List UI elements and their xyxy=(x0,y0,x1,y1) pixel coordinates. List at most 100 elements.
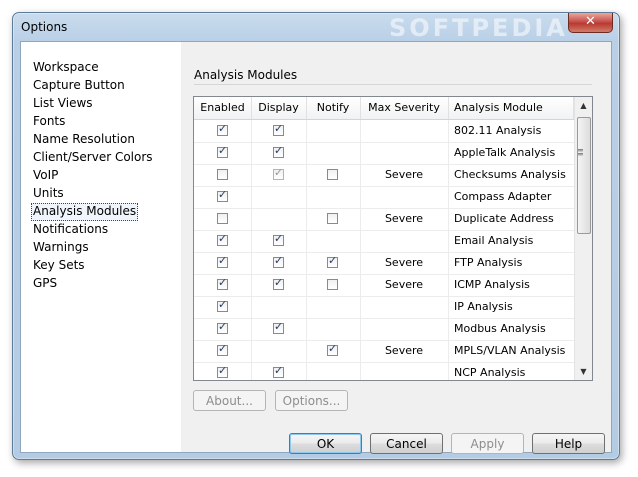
analysis-module-name: Duplicate Address xyxy=(454,212,554,225)
nav-item-fonts[interactable]: Fonts xyxy=(32,113,66,129)
scroll-down-icon[interactable]: ▼ xyxy=(575,363,592,380)
nav-item-name-resolution[interactable]: Name Resolution xyxy=(32,131,136,147)
close-icon: ✕ xyxy=(585,14,596,29)
nav-item-client-server-colors[interactable]: Client/Server Colors xyxy=(32,149,154,165)
max-severity-value[interactable] xyxy=(360,318,448,340)
notify-checkbox[interactable] xyxy=(327,342,338,356)
enabled-checkbox[interactable] xyxy=(217,169,228,180)
table-header: Enabled Display Notify Max Severity Analysis… xyxy=(194,97,574,120)
nav-item-voip[interactable]: VoIP xyxy=(32,167,59,183)
enabled-checkbox[interactable] xyxy=(217,320,228,334)
table-row[interactable]: IP Analysis xyxy=(194,296,574,319)
analysis-module-name: MPLS/VLAN Analysis xyxy=(454,344,566,357)
enabled-checkbox[interactable] xyxy=(217,298,228,312)
table-row[interactable]: Severe Duplicate Address xyxy=(194,208,574,231)
table-row[interactable]: Compass Adapter xyxy=(194,186,574,209)
display-checkbox[interactable] xyxy=(273,320,284,334)
options-button[interactable]: Options... xyxy=(275,390,348,411)
table-row[interactable]: Email Analysis xyxy=(194,230,574,253)
analysis-module-name: NCP Analysis xyxy=(454,366,526,379)
enabled-checkbox[interactable] xyxy=(217,254,228,268)
column-header-display[interactable]: Display xyxy=(251,97,307,119)
nav-item-notifications[interactable]: Notifications xyxy=(32,221,109,237)
display-checkbox[interactable] xyxy=(273,364,284,378)
title-bar[interactable]: Options SOFTPEDIA ✕ xyxy=(13,13,619,42)
table-cell xyxy=(251,208,307,230)
notify-checkbox[interactable] xyxy=(327,213,338,224)
nav-item-list-views[interactable]: List Views xyxy=(32,95,94,111)
nav-item-analysis-modules[interactable]: Analysis Modules xyxy=(31,203,139,221)
display-checkbox[interactable] xyxy=(273,232,284,246)
nav-item-units[interactable]: Units xyxy=(32,185,65,201)
column-header-notify[interactable]: Notify xyxy=(306,97,361,119)
table-row[interactable]: NCP Analysis xyxy=(194,362,574,380)
display-checkbox[interactable] xyxy=(273,166,284,180)
max-severity-value[interactable]: Severe xyxy=(360,164,448,186)
nav-item-gps[interactable]: GPS xyxy=(32,275,58,291)
column-header-enabled[interactable]: Enabled xyxy=(194,97,252,119)
enabled-checkbox[interactable] xyxy=(217,144,228,158)
table-row[interactable]: Modbus Analysis xyxy=(194,318,574,341)
display-checkbox[interactable] xyxy=(273,254,284,268)
max-severity-value[interactable] xyxy=(360,120,448,142)
enabled-checkbox[interactable] xyxy=(217,232,228,246)
vertical-scrollbar[interactable]: ▲ ═ ═ ▼ xyxy=(574,97,592,380)
table-row[interactable]: Severe ICMP Analysis xyxy=(194,274,574,297)
softpedia-watermark: SOFTPEDIA xyxy=(389,14,568,42)
table-cell xyxy=(251,340,307,362)
ok-button[interactable]: OK xyxy=(289,433,362,454)
max-severity-value[interactable] xyxy=(360,362,448,380)
scroll-up-icon[interactable]: ▲ xyxy=(575,97,592,114)
panel-divider xyxy=(194,84,592,85)
table-row[interactable]: Severe FTP Analysis xyxy=(194,252,574,275)
max-severity-value[interactable]: Severe xyxy=(360,252,448,274)
analysis-module-name: ICMP Analysis xyxy=(454,278,530,291)
enabled-checkbox[interactable] xyxy=(217,342,228,356)
table-row[interactable]: AppleTalk Analysis xyxy=(194,142,574,165)
max-severity-value[interactable]: Severe xyxy=(360,208,448,230)
table-cell xyxy=(251,186,307,208)
enabled-checkbox[interactable] xyxy=(217,213,228,224)
table-row[interactable]: Severe Checksums Analysis xyxy=(194,164,574,187)
display-checkbox[interactable] xyxy=(273,276,284,290)
max-severity-value[interactable] xyxy=(360,142,448,164)
notify-checkbox[interactable] xyxy=(327,169,338,180)
max-severity-value[interactable] xyxy=(360,296,448,318)
column-header-analysis-module[interactable]: Analysis Module xyxy=(448,97,574,119)
notify-checkbox[interactable] xyxy=(327,254,338,268)
table-cell xyxy=(251,296,307,318)
scroll-thumb[interactable] xyxy=(577,117,591,234)
apply-button[interactable]: Apply xyxy=(451,433,524,454)
nav-item-key-sets[interactable]: Key Sets xyxy=(32,257,86,273)
table-cell xyxy=(306,120,361,142)
max-severity-value[interactable] xyxy=(360,230,448,252)
notify-checkbox[interactable] xyxy=(327,279,338,290)
max-severity-value[interactable] xyxy=(360,186,448,208)
help-button[interactable]: Help xyxy=(532,433,605,454)
about-button[interactable]: About... xyxy=(193,390,266,411)
table-cell xyxy=(306,230,361,252)
table-cell xyxy=(306,142,361,164)
nav-item-warnings[interactable]: Warnings xyxy=(32,239,90,255)
table-row[interactable]: 802.11 Analysis xyxy=(194,120,574,143)
cancel-button[interactable]: Cancel xyxy=(370,433,443,454)
analysis-module-name: AppleTalk Analysis xyxy=(454,146,556,159)
display-checkbox[interactable] xyxy=(273,122,284,136)
column-header-max-severity[interactable]: Max Severity xyxy=(360,97,449,119)
close-button[interactable]: ✕ xyxy=(568,13,613,33)
enabled-checkbox[interactable] xyxy=(217,364,228,378)
nav-item-capture-button[interactable]: Capture Button xyxy=(32,77,126,93)
enabled-checkbox[interactable] xyxy=(217,122,228,136)
table-row[interactable]: Severe MPLS/VLAN Analysis xyxy=(194,340,574,363)
window-title: Options xyxy=(21,20,68,34)
max-severity-value[interactable]: Severe xyxy=(360,340,448,362)
nav-item-workspace[interactable]: Workspace xyxy=(32,59,100,75)
table-cell xyxy=(306,296,361,318)
analysis-module-name: IP Analysis xyxy=(454,300,513,313)
enabled-checkbox[interactable] xyxy=(217,188,228,202)
display-checkbox[interactable] xyxy=(273,144,284,158)
enabled-checkbox[interactable] xyxy=(217,276,228,290)
max-severity-value[interactable]: Severe xyxy=(360,274,448,296)
grip-icon: ═ ═ xyxy=(578,146,583,159)
analysis-module-name: Compass Adapter xyxy=(454,190,552,203)
